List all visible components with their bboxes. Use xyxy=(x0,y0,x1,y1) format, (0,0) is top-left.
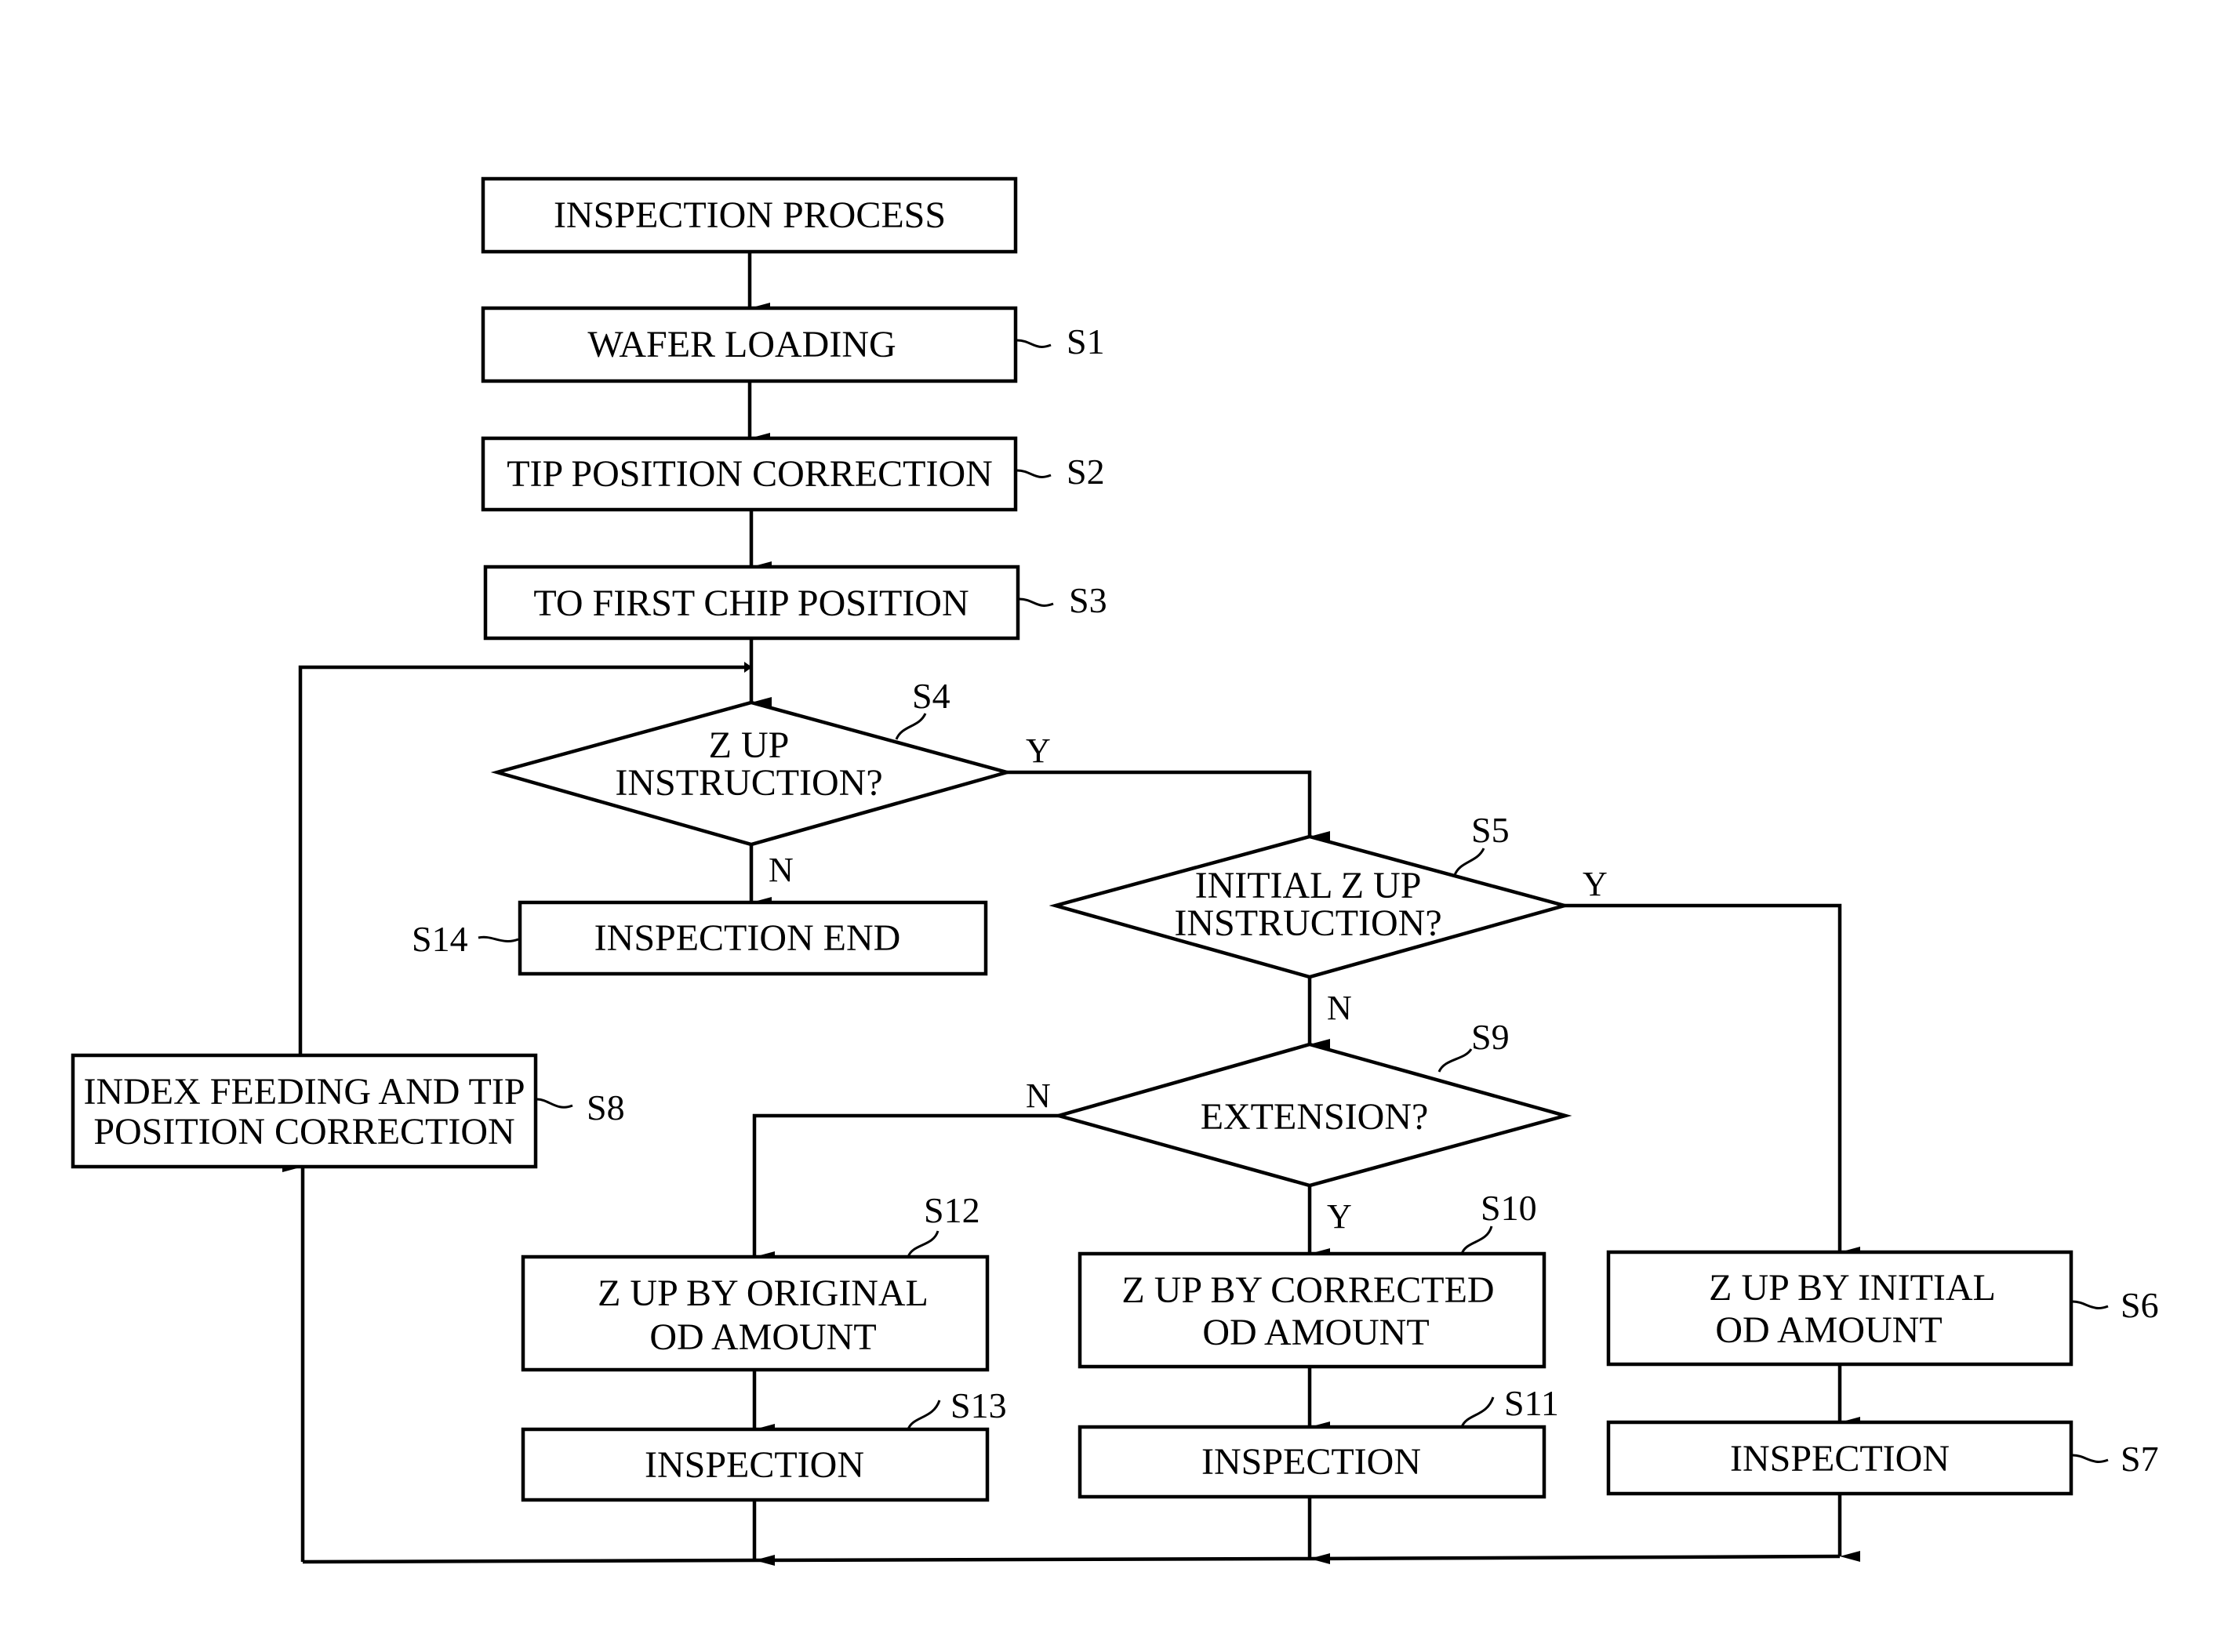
node-text: INSPECTION PROCESS xyxy=(554,194,946,236)
step-leader xyxy=(1019,597,1054,607)
step-leader xyxy=(907,1400,941,1430)
node-text: Z UP BY INITIAL xyxy=(1709,1267,1996,1309)
step-label-s8: S8 xyxy=(587,1087,625,1127)
s5-no-label: N xyxy=(1327,989,1352,1027)
node-text: INSPECTION xyxy=(645,1444,864,1486)
s9-no-label: N xyxy=(1026,1077,1051,1115)
node-text: INITIAL Z UP xyxy=(1195,865,1422,906)
node-s6-z-up-initial: Z UP BY INITIAL OD AMOUNT S6 xyxy=(1606,1250,2159,1367)
flowchart: Y N Y N Y N INSPECTION PROCESS WAFER LOA… xyxy=(71,176,2159,1566)
node-text: INSTRUCTION? xyxy=(615,762,882,804)
node-s13-inspection: INSPECTION S13 xyxy=(521,1385,1007,1502)
node-s3-to-first-chip-position: TO FIRST CHIP POSITION S3 xyxy=(483,565,1107,641)
step-label-s3: S3 xyxy=(1069,580,1107,620)
node-s10-z-up-corrected: Z UP BY CORRECTED OD AMOUNT S10 xyxy=(1078,1188,1546,1369)
node-text: Z UP BY ORIGINAL xyxy=(598,1273,929,1314)
step-leader xyxy=(895,713,927,740)
s9-yes-label: Y xyxy=(1327,1197,1352,1236)
step-label-s9: S9 xyxy=(1471,1017,1510,1057)
node-text: WAFER LOADING xyxy=(587,324,896,365)
step-label-s11: S11 xyxy=(1504,1383,1559,1423)
step-label-s5: S5 xyxy=(1471,810,1510,850)
node-s7-inspection: INSPECTION S7 xyxy=(1606,1420,2159,1496)
step-leader xyxy=(907,1230,939,1258)
node-text: POSITION CORRECTION xyxy=(93,1111,514,1153)
step-label-s1: S1 xyxy=(1067,321,1105,361)
step-label-s7: S7 xyxy=(2121,1439,2159,1479)
node-s8-index-feeding: INDEX FEEDING AND TIP POSITION CORRECTIO… xyxy=(71,1053,625,1169)
step-leader xyxy=(2072,1454,2109,1463)
node-text: INSTRUCTION? xyxy=(1174,902,1441,944)
node-s2-tip-position-correction: TIP POSITION CORRECTION S2 xyxy=(481,436,1105,512)
step-label-s10: S10 xyxy=(1481,1188,1537,1228)
s4-yes-label: Y xyxy=(1026,732,1051,770)
step-leader xyxy=(1453,848,1485,876)
edge-labels: Y N Y N Y N xyxy=(769,732,1608,1236)
node-s14-inspection-end: INSPECTION END S14 xyxy=(412,900,988,976)
step-leader xyxy=(1016,339,1052,348)
edge-bottom-bus xyxy=(302,1554,1841,1564)
edge-s9-s12 xyxy=(752,1113,1059,1262)
s5-yes-label: Y xyxy=(1583,865,1608,903)
node-s9-extension: EXTENSION? S9 xyxy=(1052,1017,1572,1188)
step-leader xyxy=(2072,1300,2109,1309)
step-leader xyxy=(1460,1396,1495,1428)
step-leader xyxy=(1016,469,1052,478)
node-text: TIP POSITION CORRECTION xyxy=(507,453,993,495)
node-text: OD AMOUNT xyxy=(649,1316,876,1358)
step-label-s12: S12 xyxy=(924,1190,980,1230)
step-leader xyxy=(478,935,519,942)
node-text: OD AMOUNT xyxy=(1202,1312,1429,1353)
node-text: INSPECTION xyxy=(1730,1438,1950,1480)
node-text: INSPECTION END xyxy=(594,917,901,959)
node-s4-z-up-instruction: Z UP INSTRUCTION? S4 xyxy=(490,676,1014,847)
node-text: TO FIRST CHIP POSITION xyxy=(533,583,969,624)
edge-s4-s5 xyxy=(1007,770,1330,842)
s4-no-label: N xyxy=(769,851,794,889)
step-label-s6: S6 xyxy=(2121,1285,2159,1325)
node-text: EXTENSION? xyxy=(1201,1096,1429,1138)
step-leader xyxy=(536,1098,573,1109)
node-text: Z UP BY CORRECTED xyxy=(1121,1269,1494,1311)
node-text: Z UP xyxy=(709,724,790,766)
step-label-s2: S2 xyxy=(1067,452,1105,492)
step-label-s13: S13 xyxy=(950,1385,1007,1425)
node-text: INSPECTION xyxy=(1201,1441,1421,1483)
edge-s5-s6 xyxy=(1565,903,1860,1258)
step-leader xyxy=(1460,1225,1493,1254)
step-label-s14: S14 xyxy=(412,919,468,959)
node-inspection-process: INSPECTION PROCESS xyxy=(481,176,1018,254)
step-label-s4: S4 xyxy=(912,676,950,716)
node-s1-wafer-loading: WAFER LOADING S1 xyxy=(481,306,1105,383)
node-s11-inspection: INSPECTION S11 xyxy=(1078,1383,1559,1499)
node-s5-initial-z-up-instruction: INITIAL Z UP INSTRUCTION? S5 xyxy=(1049,810,1572,979)
step-leader xyxy=(1437,1048,1473,1073)
node-text: INDEX FEEDING AND TIP xyxy=(83,1071,525,1113)
node-text: OD AMOUNT xyxy=(1715,1309,1942,1351)
